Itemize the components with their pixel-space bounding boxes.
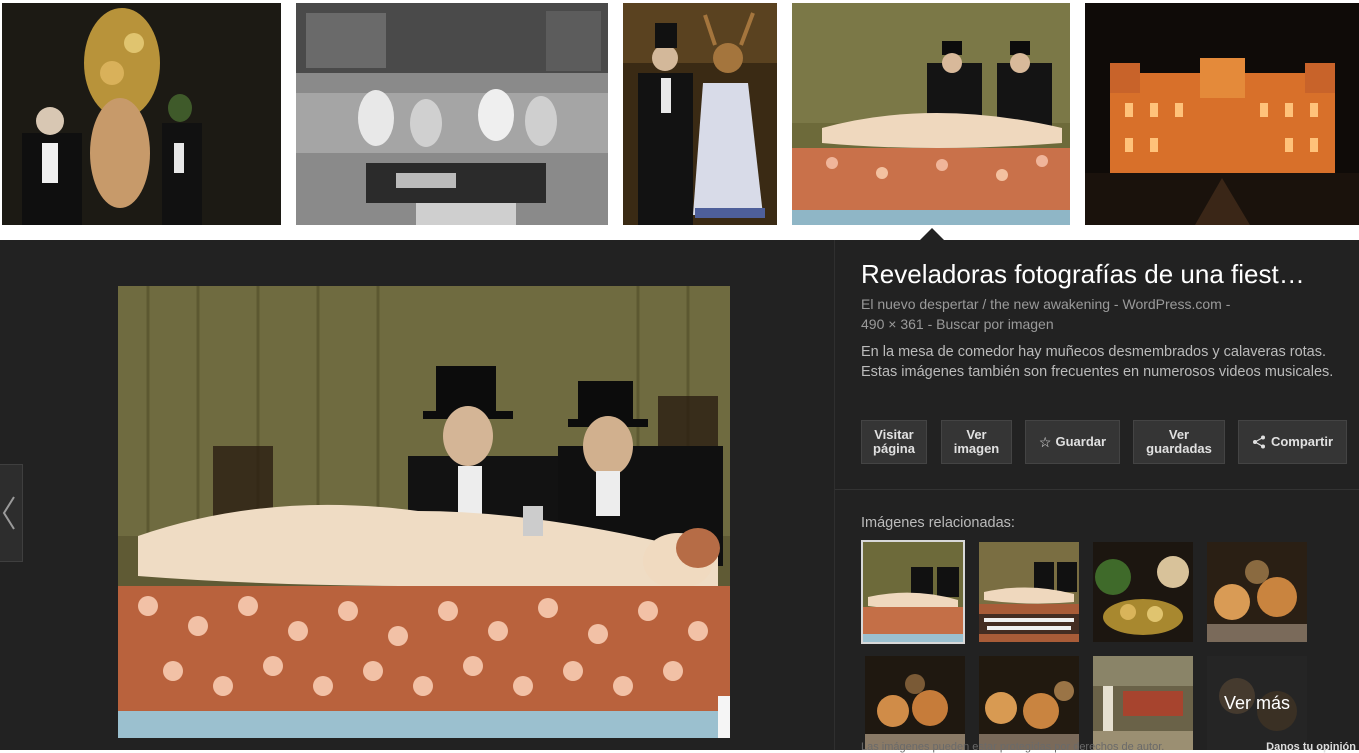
share-icon: [1252, 435, 1265, 449]
visit-page-label-line1: Visitar: [874, 427, 914, 442]
view-saved-label-line1: Ver: [1168, 427, 1190, 442]
thumbnail-illuminated-chateau[interactable]: [1085, 3, 1359, 225]
image-detail-panel: Reveladoras fotografías de una fiest… El…: [0, 240, 1359, 753]
view-saved-button[interactable]: Ver guardadas: [1133, 420, 1225, 464]
related-image-7[interactable]: [1093, 656, 1193, 750]
thumbnail-living-room-gathering[interactable]: [296, 3, 608, 225]
related-image-5[interactable]: [865, 656, 965, 750]
thumbnail-strip: [0, 0, 1359, 240]
selected-thumbnail-indicator: [920, 228, 944, 240]
image-description: En la mesa de comedor hay muñecos desmem…: [861, 344, 1334, 380]
search-by-image-link[interactable]: Buscar por imagen: [936, 316, 1054, 332]
section-divider: [835, 489, 1359, 490]
image-title[interactable]: Reveladoras fotografías de una fiest…: [861, 259, 1331, 290]
image-dimensions: 490 × 361: [861, 316, 924, 332]
chevron-left-icon: [2, 496, 15, 530]
related-image-1[interactable]: [861, 540, 965, 644]
copyright-note: Las imágenes pueden estar protegidas por…: [861, 741, 1165, 753]
see-more-label: Ver más: [1207, 656, 1307, 750]
thumbnail-mannequin-table[interactable]: [792, 3, 1070, 225]
source-link[interactable]: El nuevo despertar / the new awakening -…: [861, 294, 1230, 314]
previous-image-button[interactable]: [0, 464, 23, 562]
save-button[interactable]: ☆ Guardar: [1025, 420, 1120, 464]
image-meta: El nuevo despertar / the new awakening -…: [861, 294, 1230, 334]
view-saved-label-line2: guardadas: [1146, 441, 1212, 456]
share-button[interactable]: Compartir: [1238, 420, 1347, 464]
visit-page-button[interactable]: Visitar página: [861, 420, 927, 464]
related-images-heading: Imágenes relacionadas:: [861, 515, 1015, 531]
view-image-button[interactable]: Ver imagen: [941, 420, 1012, 464]
visit-page-label-line2: página: [873, 441, 915, 456]
thumbnail-masked-party-guests[interactable]: [2, 3, 281, 225]
related-image-6[interactable]: [979, 656, 1079, 750]
save-button-label: Guardar: [1055, 434, 1107, 449]
feedback-link[interactable]: Danos tu opinión: [1266, 741, 1356, 753]
meta-separator: -: [927, 316, 933, 332]
main-preview-image[interactable]: [118, 286, 730, 738]
share-button-label: Compartir: [1270, 434, 1334, 449]
image-info-sidebar: Reveladoras fotografías de una fiest… El…: [834, 240, 1359, 753]
star-icon: ☆: [1038, 434, 1052, 450]
related-more-tile[interactable]: Ver más: [1207, 656, 1307, 750]
view-image-label-line2: imagen: [953, 441, 1000, 456]
thumbnail-stag-mask-couple[interactable]: [623, 3, 777, 225]
view-image-label-line1: Ver: [966, 427, 987, 442]
related-image-2[interactable]: [979, 542, 1079, 642]
related-image-4[interactable]: [1207, 542, 1307, 642]
related-image-3[interactable]: [1093, 542, 1193, 642]
